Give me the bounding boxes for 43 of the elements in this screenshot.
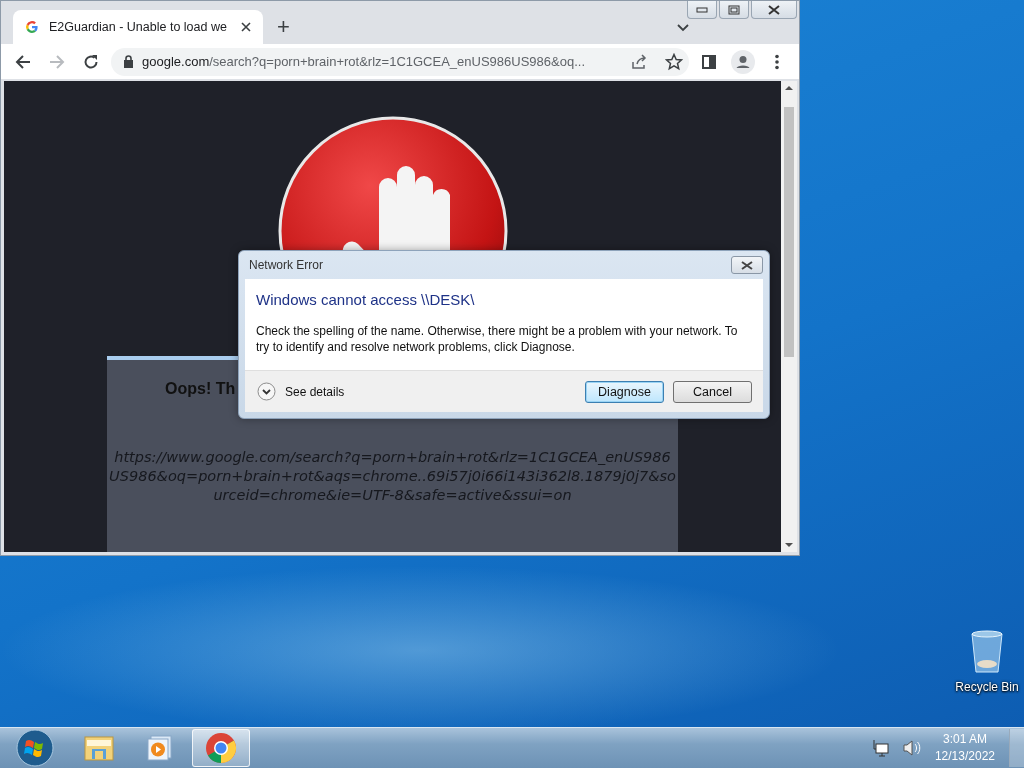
- dialog-title: Network Error: [249, 258, 323, 272]
- recycle-bin-icon[interactable]: [970, 630, 1004, 674]
- close-tab-icon[interactable]: [241, 22, 251, 32]
- blocked-url-text: https://www.google.com/search?q=porn+brain+rot&rlz=1C1GCEA_enUS986US986&oq=porn+brain+rot&aqs=chrome..69i57j0i66i143i362l8.1879j0j7&sourceid=chrome&ie=UTF-8&safe=active&ssui=on: [109, 448, 676, 505]
- lock-icon: [123, 55, 134, 68]
- start-button[interactable]: [16, 729, 54, 767]
- network-icon[interactable]: [870, 739, 889, 757]
- browser-tab[interactable]: E2Guardian - Unable to load we: [13, 10, 263, 44]
- scroll-down-arrow-icon[interactable]: [785, 542, 793, 548]
- close-icon: [768, 4, 780, 15]
- star-icon[interactable]: [665, 52, 683, 71]
- volume-icon[interactable]: [902, 740, 921, 756]
- close-button[interactable]: [751, 1, 797, 19]
- dialog-button[interactable]: Cancel: [673, 380, 752, 403]
- taskbar-app[interactable]: [192, 729, 250, 767]
- tab-title: E2Guardian - Unable to load we: [49, 20, 228, 34]
- clock-date: 12/13/2022: [934, 748, 995, 765]
- recycle-bin-label: Recycle Bin: [955, 680, 1019, 694]
- tab-search-chevron-icon[interactable]: [677, 24, 689, 32]
- close-button[interactable]: [731, 256, 763, 274]
- share-icon[interactable]: [631, 53, 647, 70]
- chrome-icon: [205, 732, 237, 764]
- scrollbar[interactable]: [781, 81, 797, 552]
- error-heading: Windows cannot access \\DESK\: [256, 291, 476, 308]
- minimize-icon: [696, 6, 708, 13]
- restore-icon: [728, 4, 740, 15]
- close-icon: [741, 260, 753, 270]
- media-player-icon: [147, 735, 173, 761]
- new-tab-button[interactable]: +: [277, 18, 290, 36]
- scroll-up-arrow-icon[interactable]: [785, 85, 793, 91]
- maximize-button[interactable]: [719, 1, 749, 19]
- minimize-button[interactable]: [687, 1, 717, 19]
- clock-time: 3:01 AM: [942, 731, 987, 748]
- dialog-button[interactable]: Diagnose: [585, 380, 664, 403]
- expand-chevron-icon[interactable]: [257, 382, 276, 401]
- url-text: google.com/search?q=porn+brain+rot&rlz=1C1GCEA_enUS986US986&oq...: [142, 54, 586, 69]
- card-heading: Oops! Th: [165, 380, 236, 398]
- error-message: Check the spelling of the name. Otherwise, there might be a problem with your network. To try to identify and resolve network problems, click Diagnose.: [256, 323, 739, 355]
- see-details-link[interactable]: See details: [285, 384, 345, 399]
- profile-icon[interactable]: [729, 47, 757, 76]
- google-icon: [25, 20, 39, 34]
- address-bar[interactable]: google.com/search?q=porn+brain+rot&rlz=1C1GCEA_enUS986US986&oq...: [111, 47, 689, 76]
- folder-icon: [84, 734, 114, 762]
